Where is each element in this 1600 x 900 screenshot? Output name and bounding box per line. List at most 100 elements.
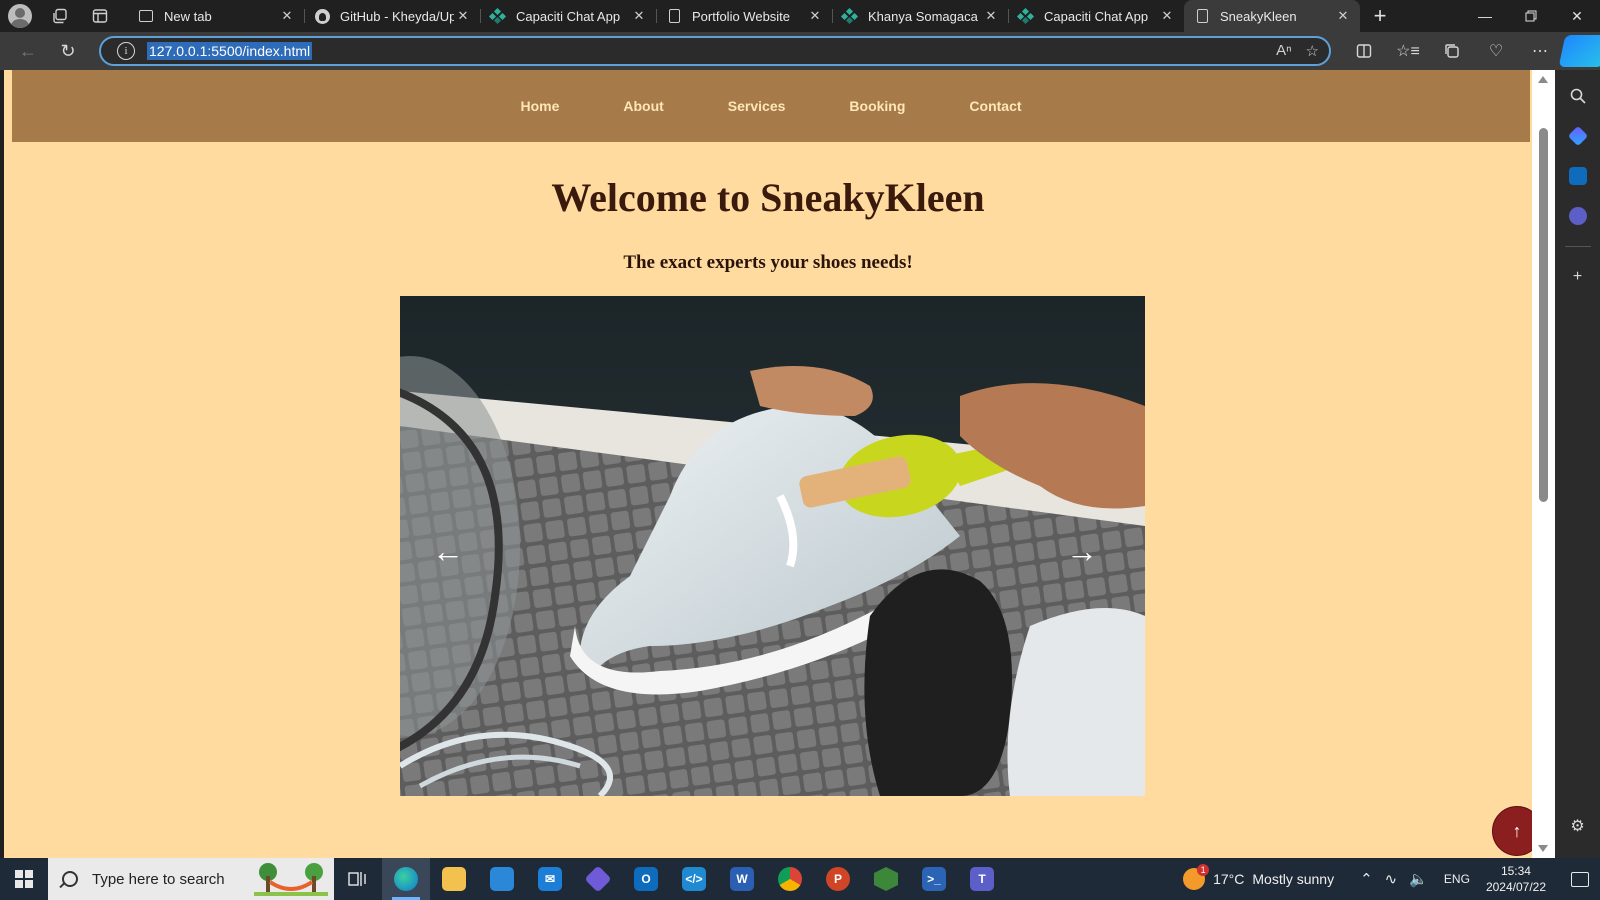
- tab-close-icon[interactable]: ✕: [806, 8, 824, 24]
- language-indicator[interactable]: ENG: [1444, 872, 1470, 886]
- weather-icon[interactable]: [1183, 864, 1210, 890]
- search-icon: [1570, 88, 1586, 104]
- browser-tab[interactable]: Khanya Somagaca Po✕: [832, 0, 1008, 32]
- taskbar-search-box[interactable]: Type here to search: [48, 858, 334, 900]
- site-navigation: Home About Services Booking Contact: [12, 70, 1530, 142]
- powershell-icon: >_: [922, 867, 946, 891]
- taskbar-edge[interactable]: [382, 858, 430, 900]
- close-window-button[interactable]: ✕: [1554, 0, 1600, 32]
- taskbar-teams[interactable]: T: [958, 858, 1006, 900]
- sidebar-search-button[interactable]: [1562, 80, 1594, 112]
- browser-tab[interactable]: New tab ✕: [128, 0, 304, 32]
- search-highlight-art: [254, 863, 328, 896]
- browser-tab-strip: New tab ✕ GitHub - Kheyda/Upd ✕ Capaciti Cha…: [0, 0, 1600, 32]
- taskbar-store[interactable]: [478, 858, 526, 900]
- back-button[interactable]: ←: [8, 35, 48, 67]
- taskbar-powershell[interactable]: >_: [910, 858, 958, 900]
- nav-booking-link[interactable]: Booking: [849, 98, 905, 114]
- clock[interactable]: 15:34 2024/07/22: [1486, 863, 1546, 895]
- search-icon: [62, 871, 78, 887]
- scrollbar-thumb[interactable]: [1539, 128, 1548, 502]
- copilot-icon: [1558, 35, 1600, 67]
- task-view-button[interactable]: [334, 858, 382, 900]
- sidebar-settings-button[interactable]: ⚙: [1562, 810, 1594, 842]
- minimize-button[interactable]: —: [1462, 0, 1508, 32]
- hero-subtitle: The exact experts your shoes needs!: [623, 252, 913, 273]
- browser-tab[interactable]: Capaciti Chat App ✕: [1008, 0, 1184, 32]
- split-screen-button[interactable]: [1342, 35, 1386, 67]
- settings-more-button[interactable]: ⋯: [1518, 35, 1562, 67]
- taskbar-nodejs[interactable]: [862, 858, 910, 900]
- taskbar-outlook[interactable]: O: [622, 858, 670, 900]
- new-tab-button[interactable]: +: [1360, 0, 1400, 32]
- tab-close-icon[interactable]: ✕: [982, 8, 1000, 24]
- notifications-button[interactable]: [1560, 858, 1600, 900]
- heart-pulse-icon: ♡: [1488, 43, 1504, 60]
- favorite-star-icon[interactable]: ☆: [1306, 42, 1319, 60]
- taskbar-file-explorer[interactable]: [430, 858, 478, 900]
- tab-actions-button[interactable]: [80, 0, 120, 32]
- sidebar-add-button[interactable]: +: [1562, 261, 1594, 293]
- weather-temperature[interactable]: 17°C: [1213, 871, 1244, 887]
- tab-title: Portfolio Website: [692, 8, 791, 24]
- profile-avatar[interactable]: [0, 0, 40, 32]
- restore-button[interactable]: [1508, 0, 1554, 32]
- weather-condition[interactable]: Mostly sunny: [1252, 871, 1334, 887]
- scroll-up-icon[interactable]: [1538, 76, 1548, 83]
- copilot-button[interactable]: [1558, 35, 1600, 67]
- tab-close-icon[interactable]: ✕: [1158, 8, 1176, 24]
- taskbar-power-automate[interactable]: [574, 858, 622, 900]
- plus-icon: +: [1373, 3, 1387, 28]
- nav-services-link[interactable]: Services: [728, 98, 786, 114]
- url-text[interactable]: 127.0.0.1:5500/index.html: [147, 42, 313, 60]
- show-hidden-icons[interactable]: ⌃: [1360, 870, 1373, 888]
- image-carousel: ← →: [400, 296, 1145, 796]
- powerpoint-icon: P: [826, 867, 850, 891]
- taskbar-mail[interactable]: ✉: [526, 858, 574, 900]
- browser-tab[interactable]: SneakyKleen ✕: [1184, 0, 1360, 32]
- browser-tab[interactable]: Capaciti Chat App ✕: [480, 0, 656, 32]
- collections-button[interactable]: [1430, 35, 1474, 67]
- start-button[interactable]: [0, 858, 48, 900]
- read-aloud-icon[interactable]: Aⁿ: [1276, 42, 1291, 60]
- volume-icon[interactable]: 🔈: [1409, 870, 1428, 888]
- page-scrollbar[interactable]: [1532, 70, 1555, 858]
- vertical-tabs-icon: [92, 9, 108, 23]
- nav-about-link[interactable]: About: [623, 98, 663, 114]
- outlook-icon: [1568, 167, 1587, 185]
- hero-title: Welcome to SneakyKleen: [551, 175, 985, 220]
- capaciti-icon: [1016, 7, 1035, 25]
- address-bar[interactable]: i 127.0.0.1:5500/index.html Aⁿ ☆: [99, 36, 1331, 66]
- network-icon[interactable]: ∿: [1385, 870, 1398, 888]
- notification-icon: [1571, 871, 1589, 887]
- taskbar-powerpoint[interactable]: P: [814, 858, 862, 900]
- browser-tab[interactable]: GitHub - Kheyda/Upd ✕: [304, 0, 480, 32]
- minimize-icon: —: [1478, 8, 1492, 24]
- tab-close-icon[interactable]: ✕: [1334, 8, 1352, 24]
- carousel-next-button[interactable]: →: [1064, 533, 1100, 569]
- tab-close-icon[interactable]: ✕: [278, 8, 296, 24]
- taskbar-word[interactable]: W: [718, 858, 766, 900]
- taskbar-vscode[interactable]: </>: [670, 858, 718, 900]
- nav-contact-link[interactable]: Contact: [969, 98, 1021, 114]
- sidebar-outlook-button[interactable]: [1562, 160, 1594, 192]
- tab-close-icon[interactable]: ✕: [630, 8, 648, 24]
- workspaces-button[interactable]: [40, 0, 80, 32]
- tab-close-icon[interactable]: ✕: [454, 8, 472, 24]
- restore-icon: [1525, 10, 1537, 22]
- site-info-icon[interactable]: i: [117, 42, 135, 60]
- nav-home-link[interactable]: Home: [520, 98, 559, 114]
- refresh-button[interactable]: ↻: [48, 35, 88, 67]
- arrow-left-icon: ←: [19, 40, 37, 61]
- carousel-prev-button[interactable]: ←: [430, 533, 466, 569]
- split-screen-icon: [1356, 44, 1372, 58]
- favorites-button[interactable]: ☆≡: [1386, 35, 1430, 67]
- mail-icon: ✉: [538, 867, 562, 891]
- folder-icon: [442, 867, 466, 891]
- sidebar-teams-button[interactable]: [1562, 200, 1594, 232]
- sidebar-copilot-button[interactable]: [1562, 120, 1594, 152]
- taskbar-chrome[interactable]: [766, 858, 814, 900]
- browser-essentials-button[interactable]: ♡: [1474, 35, 1518, 67]
- scroll-down-icon[interactable]: [1538, 845, 1548, 852]
- browser-tab[interactable]: Portfolio Website ✕: [656, 0, 832, 32]
